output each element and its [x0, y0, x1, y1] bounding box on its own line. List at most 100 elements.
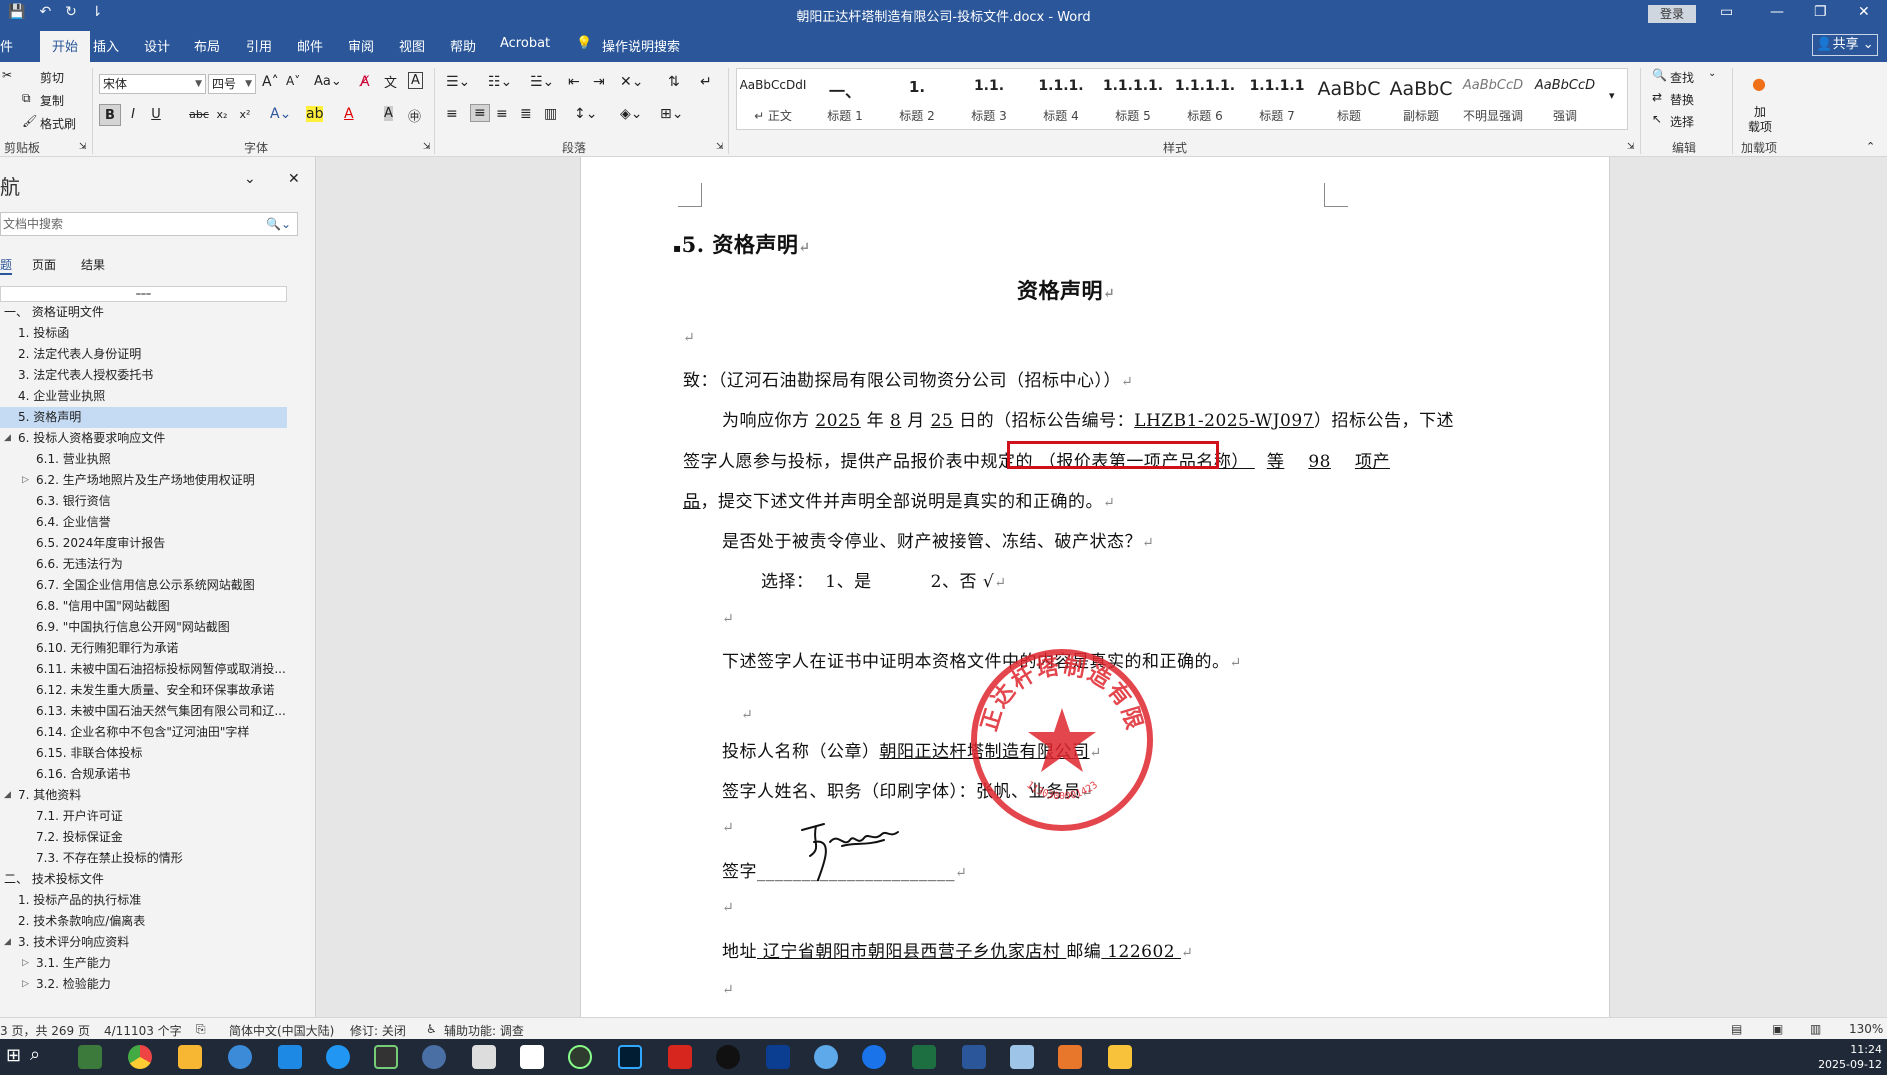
strikethrough-button[interactable]: abc	[188, 104, 210, 126]
qq-browser-icon[interactable]	[326, 1045, 350, 1069]
collapse-icon[interactable]: ◢	[4, 932, 11, 953]
char-shading-icon[interactable]: A	[384, 106, 393, 121]
distributed-icon[interactable]: ▥	[544, 106, 557, 122]
italic-button[interactable]: I	[122, 104, 144, 126]
sort-icon[interactable]: ⇅	[668, 74, 680, 90]
nav-heading-item[interactable]: 6.14. 企业名称中不包含"辽河油田"字样	[0, 722, 287, 743]
tab-design[interactable]: 设计	[144, 36, 170, 55]
cut-button[interactable]: 剪切	[40, 69, 64, 86]
app-icon[interactable]	[472, 1045, 496, 1069]
tab-view[interactable]: 视图	[399, 36, 425, 55]
photoshop-icon[interactable]	[618, 1045, 642, 1069]
bullets-icon[interactable]: ☰⌄	[446, 74, 470, 90]
style-heading-6[interactable]: 1.1.1.1. 标题 6	[1169, 69, 1241, 129]
app-icon[interactable]	[766, 1045, 790, 1069]
clock[interactable]: 11:24 2025-09-12	[1810, 1042, 1882, 1072]
phonetic-guide-icon[interactable]: 文	[384, 72, 397, 91]
nav-heading-item[interactable]: 7.3. 不存在禁止投标的情形	[0, 848, 287, 869]
replace-button[interactable]: 替换	[1670, 91, 1694, 108]
chrome-icon[interactable]	[128, 1045, 152, 1069]
excel-icon[interactable]	[912, 1045, 936, 1069]
tell-me-search[interactable]: 操作说明搜索	[602, 36, 680, 55]
style-subtitle[interactable]: AaBbC 副标题	[1385, 69, 1457, 129]
show-marks-icon[interactable]: ↵	[700, 74, 712, 90]
word-count[interactable]: 4/11103 个字	[104, 1022, 182, 1039]
nav-heading-item[interactable]: ▷ 3.2. 检验能力	[0, 974, 287, 995]
maximize-icon[interactable]: ❐	[1814, 4, 1827, 20]
char-border-icon[interactable]: A	[408, 72, 423, 89]
multilevel-list-icon[interactable]: ☱⌄	[530, 74, 554, 90]
app-icon[interactable]	[422, 1045, 446, 1069]
styles-launcher-icon[interactable]: ⇲	[1627, 142, 1635, 152]
chevron-down-icon[interactable]: ⌄	[244, 171, 256, 187]
line-spacing-icon[interactable]: ↕⌄	[574, 106, 597, 122]
folder-app-icon[interactable]	[178, 1045, 202, 1069]
style-heading-1[interactable]: 一、 标题 1	[809, 69, 881, 129]
nav-heading-item[interactable]: 3. 法定代表人授权委托书	[0, 365, 287, 386]
nav-heading-item[interactable]: ▷ 6.2. 生产场地照片及生产场地使用权证明	[0, 470, 287, 491]
app-icon[interactable]	[374, 1045, 398, 1069]
style-emphasis[interactable]: AaBbCcD 强调	[1529, 69, 1601, 129]
style-subtle-emphasis[interactable]: AaBbCcD 不明显强调	[1457, 69, 1529, 129]
tab-home[interactable]: 开始	[40, 31, 91, 63]
clipboard-launcher-icon[interactable]: ⇲	[79, 142, 87, 152]
style-heading-7[interactable]: 1.1.1.1 标题 7	[1241, 69, 1313, 129]
nav-heading-item[interactable]: 6.16. 合规承诺书	[0, 764, 287, 785]
clear-format-icon[interactable]: A̸	[360, 74, 370, 90]
change-case-icon[interactable]: Aa⌄	[314, 74, 342, 89]
nav-heading-item[interactable]: 6.5. 2024年度审计报告	[0, 533, 287, 554]
app-icon[interactable]	[1058, 1045, 1082, 1069]
close-icon[interactable]: ✕	[288, 171, 300, 187]
login-button[interactable]: 登录	[1648, 5, 1696, 23]
style-normal[interactable]: AaBbCcDdI ↵ 正文	[737, 69, 809, 129]
nav-heading-item[interactable]: 5. 资格声明	[0, 407, 287, 428]
ribbon-display-icon[interactable]: ▭	[1720, 4, 1733, 20]
decrease-indent-icon[interactable]: ⇤	[568, 74, 580, 90]
addins-icon[interactable]: ●	[1752, 74, 1766, 93]
accessibility-status[interactable]: 辅助功能: 调查	[444, 1022, 524, 1039]
file-explorer-icon[interactable]	[1108, 1045, 1132, 1069]
expand-icon[interactable]: ▷	[22, 470, 29, 491]
styles-more-icon[interactable]: ▾	[1609, 89, 1615, 102]
windows-start-icon[interactable]: ⊞	[6, 1045, 21, 1066]
app-icon[interactable]	[814, 1045, 838, 1069]
page-count[interactable]: 3 页，共 269 页	[0, 1022, 90, 1039]
nav-heading-item[interactable]: 1. 投标函	[0, 323, 287, 344]
font-size-combo[interactable]: 四号 ▼	[208, 74, 256, 94]
enclose-char-icon[interactable]: ㊥	[408, 106, 421, 125]
style-heading-2[interactable]: 1. 标题 2	[881, 69, 953, 129]
grow-font-icon[interactable]: A˄	[262, 74, 279, 90]
qq-icon[interactable]	[716, 1045, 740, 1069]
nav-heading-item[interactable]: 6.1. 营业执照	[0, 449, 287, 470]
font-launcher-icon[interactable]: ⇲	[423, 142, 431, 152]
tab-layout[interactable]: 布局	[194, 36, 220, 55]
nav-heading-item[interactable]: 6.15. 非联合体投标	[0, 743, 287, 764]
borders-icon[interactable]: ⊞⌄	[660, 106, 683, 122]
tab-help[interactable]: 帮助	[450, 36, 476, 55]
nav-heading-item[interactable]: 6.12. 未发生重大质量、安全和环保事故承诺	[0, 680, 287, 701]
tab-file[interactable]: 件	[0, 36, 13, 55]
addins-button-line2[interactable]: 载项	[1748, 118, 1772, 135]
chinese-layout-icon[interactable]: ✕⌄	[620, 74, 643, 90]
nav-heading-item[interactable]: 4. 企业营业执照	[0, 386, 287, 407]
style-heading-5[interactable]: 1.1.1.1. 标题 5	[1097, 69, 1169, 129]
tab-headings[interactable]: 题	[0, 256, 13, 275]
file-icon[interactable]	[520, 1045, 544, 1069]
app-icon[interactable]	[1010, 1045, 1034, 1069]
style-title[interactable]: AaBbC 标题	[1313, 69, 1385, 129]
align-left-icon[interactable]: ≡	[446, 106, 458, 122]
nav-heading-item[interactable]: 6.13. 未被中国石油天然气集团有限公司和辽...	[0, 701, 287, 722]
nav-heading-item[interactable]: 6.3. 银行资信	[0, 491, 287, 512]
shrink-font-icon[interactable]: A˅	[286, 74, 300, 88]
collapse-icon[interactable]: ◢	[4, 428, 11, 449]
app-icon[interactable]	[862, 1045, 886, 1069]
style-heading-3[interactable]: 1.1. 标题 3	[953, 69, 1025, 129]
tab-references[interactable]: 引用	[246, 36, 272, 55]
nav-heading-item[interactable]: 6.10. 无行贿犯罪行为承诺	[0, 638, 287, 659]
print-layout-icon[interactable]: ▣	[1772, 1022, 1783, 1036]
app-icon[interactable]	[278, 1045, 302, 1069]
search-icon[interactable]: ⌕	[30, 1044, 40, 1065]
nav-heading-item[interactable]: 6.11. 未被中国石油招标投标网暂停或取消投...	[0, 659, 287, 680]
font-color-icon[interactable]: A	[344, 106, 354, 122]
tab-acrobat[interactable]: Acrobat	[500, 36, 550, 51]
